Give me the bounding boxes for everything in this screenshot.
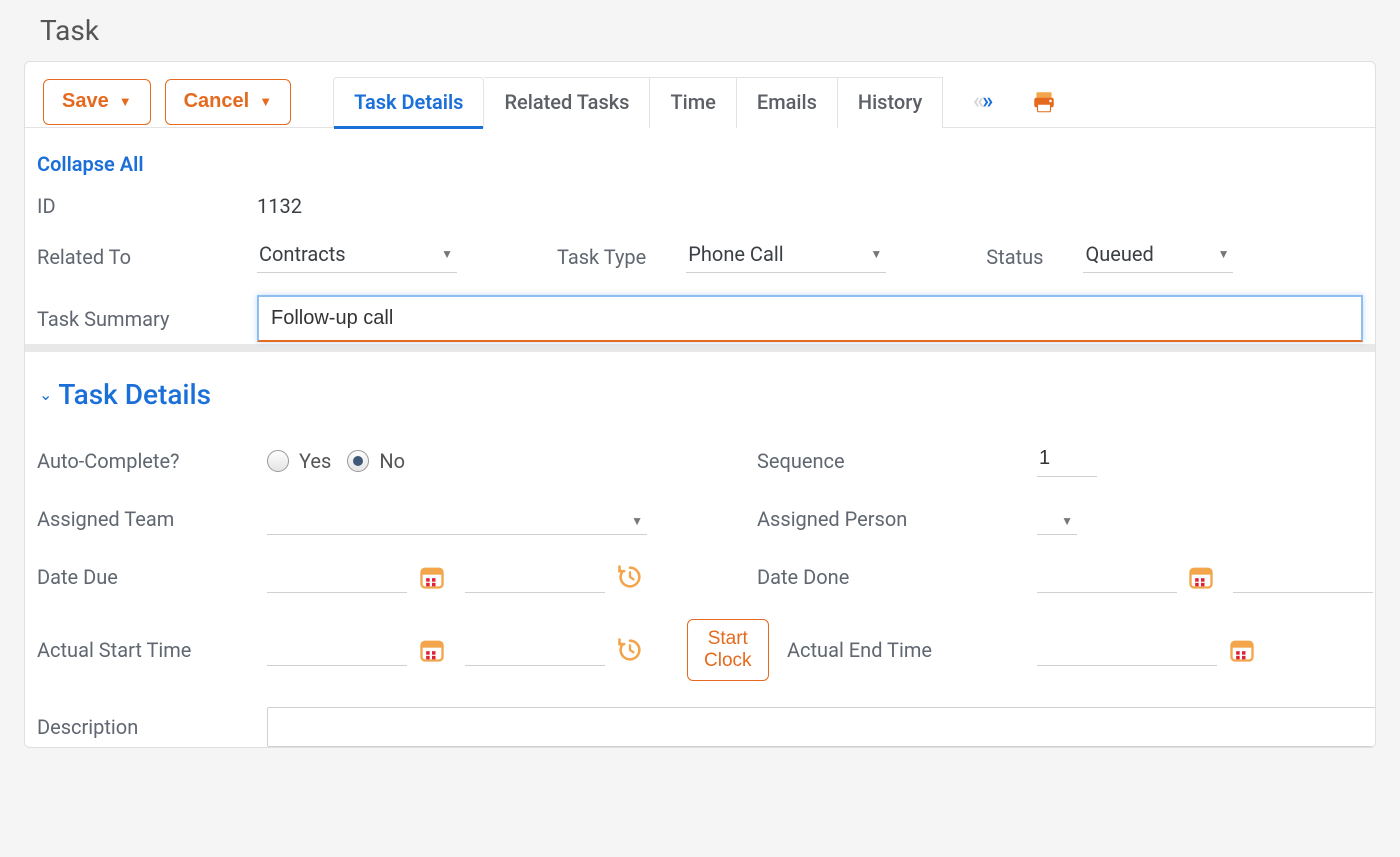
calendar-icon[interactable]	[1227, 635, 1257, 665]
chevron-down-icon: ▼	[1218, 247, 1230, 261]
save-button-label: Save	[62, 90, 109, 113]
radio-no-label: No	[379, 449, 405, 473]
task-summary-input[interactable]	[257, 295, 1363, 342]
chevron-down-icon: ⌄	[39, 385, 52, 404]
cancel-button-label: Cancel	[184, 90, 250, 113]
history-clock-icon[interactable]	[615, 635, 645, 665]
chevron-down-icon: ▼	[631, 514, 643, 528]
task-summary-label: Task Summary	[37, 307, 257, 331]
assigned-team-dropdown[interactable]: ▼	[267, 512, 647, 535]
actual-start-input[interactable]	[267, 634, 407, 666]
task-type-value: Phone Call	[688, 242, 783, 266]
tab-related-tasks[interactable]: Related Tasks	[484, 77, 650, 128]
divider	[25, 344, 1375, 352]
tab-history[interactable]: History	[838, 77, 943, 128]
date-done-input[interactable]	[1037, 561, 1177, 593]
status-label: Status	[986, 245, 1043, 269]
description-label: Description	[37, 715, 267, 739]
date-done-time-input[interactable]	[1233, 561, 1373, 593]
actual-end-label: Actual End Time	[757, 638, 1037, 662]
actual-start-label: Actual Start Time	[37, 638, 267, 662]
tab-label: Emails	[757, 90, 817, 114]
task-type-dropdown[interactable]: Phone Call ▼	[686, 240, 886, 273]
assigned-person-dropdown[interactable]: ▼	[1037, 512, 1077, 535]
page-title: Task	[0, 0, 1400, 61]
tab-label: Related Tasks	[504, 90, 629, 114]
date-due-time-input[interactable]	[465, 561, 605, 593]
tab-label: Task Details	[354, 90, 463, 114]
print-icon[interactable]	[1031, 89, 1057, 115]
chevron-down-icon: ▼	[119, 94, 132, 109]
task-card: Save ▼ Cancel ▼ Task Details Related Tas…	[24, 61, 1376, 748]
action-buttons: Save ▼ Cancel ▼	[43, 79, 291, 125]
chevron-down-icon: ▼	[1061, 514, 1073, 528]
status-dropdown[interactable]: Queued ▼	[1083, 240, 1233, 273]
tab-next-icon[interactable]: »	[982, 89, 989, 114]
sequence-label: Sequence	[757, 449, 1037, 473]
related-to-value: Contracts	[259, 242, 346, 266]
tab-label: Time	[670, 90, 715, 114]
date-done-label: Date Done	[757, 565, 1037, 589]
auto-complete-radio-group: Yes No	[267, 449, 687, 473]
id-label: ID	[37, 194, 257, 218]
radio-yes[interactable]	[267, 450, 289, 472]
related-to-dropdown[interactable]: Contracts ▼	[257, 240, 457, 273]
chevron-down-icon: ▼	[870, 247, 882, 261]
section-header-task-details[interactable]: ⌄ Task Details	[25, 352, 1375, 437]
calendar-icon[interactable]	[417, 562, 447, 592]
calendar-icon[interactable]	[1187, 562, 1215, 592]
task-type-label: Task Type	[557, 245, 646, 269]
chevron-down-icon: ▼	[259, 94, 272, 109]
actual-start-time-input[interactable]	[465, 634, 605, 666]
tab-emails[interactable]: Emails	[737, 77, 838, 128]
tab-task-details[interactable]: Task Details	[333, 77, 484, 128]
section-header-label: Task Details	[58, 378, 211, 411]
chevron-down-icon: ▼	[441, 247, 453, 261]
tab-label: History	[858, 90, 922, 114]
tab-time[interactable]: Time	[650, 77, 736, 128]
radio-yes-label: Yes	[299, 449, 331, 473]
auto-complete-label: Auto-Complete?	[37, 449, 267, 473]
tab-scroll-nav: « »	[973, 89, 989, 114]
cancel-button[interactable]: Cancel ▼	[165, 79, 291, 125]
start-clock-label: Start Clock	[704, 628, 752, 671]
assigned-person-label: Assigned Person	[757, 507, 1037, 531]
tab-prev-icon: «	[973, 89, 980, 114]
actual-end-input[interactable]	[1037, 634, 1217, 666]
radio-no[interactable]	[347, 450, 369, 472]
date-due-input[interactable]	[267, 561, 407, 593]
status-value: Queued	[1085, 242, 1153, 266]
collapse-all-link[interactable]: Collapse All	[33, 146, 1367, 194]
id-value: 1132	[257, 194, 1363, 218]
sequence-input[interactable]	[1037, 445, 1097, 477]
assigned-team-label: Assigned Team	[37, 507, 267, 531]
date-due-label: Date Due	[37, 565, 267, 589]
toolbar: Save ▼ Cancel ▼ Task Details Related Tas…	[25, 62, 1375, 128]
related-to-label: Related To	[37, 245, 257, 269]
tab-bar: Task Details Related Tasks Time Emails H…	[333, 76, 943, 127]
history-clock-icon[interactable]	[615, 562, 645, 592]
calendar-icon[interactable]	[417, 635, 447, 665]
description-input[interactable]	[267, 707, 1376, 747]
save-button[interactable]: Save ▼	[43, 79, 151, 125]
